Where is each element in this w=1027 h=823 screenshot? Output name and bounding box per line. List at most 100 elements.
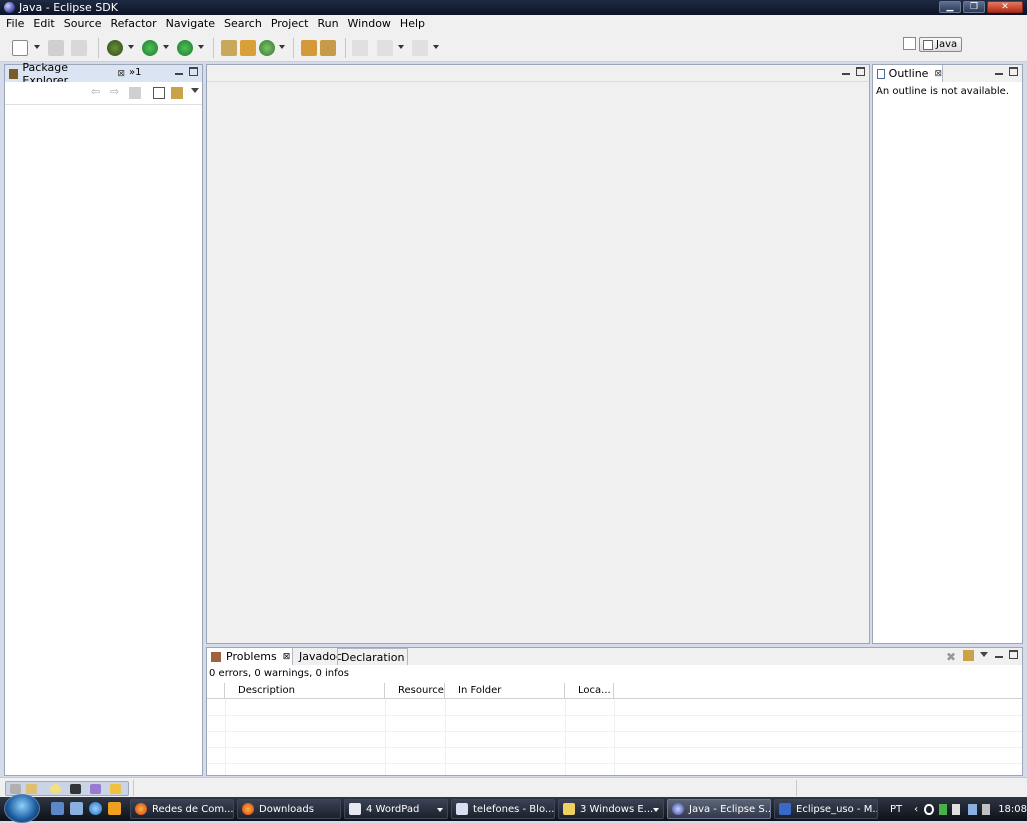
run-icon[interactable] [142,40,158,56]
back-arrow-icon[interactable] [377,40,393,56]
taskbar-item-word[interactable]: Eclipse_uso - M... [774,799,878,819]
new-class-dropdown-icon[interactable] [279,45,285,49]
new-dropdown-icon[interactable] [34,45,40,49]
maximize-editor-icon[interactable] [856,67,865,76]
package-explorer-tree[interactable] [5,104,202,775]
column-location[interactable]: Loca... [565,683,614,699]
chevron-left-icon[interactable]: ‹ [914,804,918,815]
new-icon[interactable] [12,40,28,56]
search-icon[interactable] [320,40,336,56]
collapse-all-icon[interactable] [153,87,165,99]
taskbar-item-downloads[interactable]: Downloads [237,799,341,819]
windows-flag-icon[interactable] [951,803,961,815]
window-title-bar[interactable]: Java - Eclipse SDK ▁ ❐ ✕ [0,0,1027,15]
minimize-button[interactable]: ▁ [939,1,961,13]
menu-edit[interactable]: Edit [30,17,60,30]
taskbar-item-redes[interactable]: Redes de Com... [130,799,234,819]
hint-fastview-icon[interactable] [50,784,61,794]
show-desktop-icon[interactable] [51,802,64,815]
view-menu-icon[interactable] [191,88,199,93]
problems-table[interactable]: Description Resource In Folder Loca... [207,683,1022,775]
maximize-view-icon[interactable] [189,67,198,76]
maximize-view-icon[interactable] [1009,67,1018,76]
taskbar-item-notepad[interactable]: telefones - Blo... [451,799,555,819]
debug-icon[interactable] [107,40,123,56]
menu-file[interactable]: File [3,17,30,30]
menu-search[interactable]: Search [221,17,268,30]
progress-fastview-icon[interactable] [110,784,121,794]
menu-navigate[interactable]: Navigate [163,17,221,30]
link-with-editor-icon[interactable] [171,87,183,99]
last-edit-icon[interactable] [352,40,368,56]
menu-project[interactable]: Project [268,17,315,30]
close-icon[interactable]: ⊠ [283,652,291,662]
network-icon[interactable] [968,803,977,815]
external-tools-icon[interactable] [177,40,193,56]
column-resource[interactable]: Resource [385,683,445,699]
help-icon[interactable] [924,803,934,815]
maximize-view-icon[interactable] [1009,650,1018,659]
view-menu-icon[interactable] [980,652,988,657]
table-gridline [225,699,226,775]
forward-dropdown-icon[interactable] [433,45,439,49]
tab-declaration[interactable]: Declaration [337,648,409,665]
java-perspective-button[interactable]: Java [919,37,962,52]
back-dropdown-icon[interactable] [398,45,404,49]
forward-arrow-icon[interactable] [412,40,428,56]
debug-dropdown-icon[interactable] [128,45,134,49]
forward-icon[interactable]: ⇨ [110,85,122,98]
taskbar-item-wordpad[interactable]: 4 WordPad [344,799,448,819]
table-gridline [614,699,615,775]
icon-column-header[interactable] [207,683,225,699]
console-fastview-icon[interactable] [70,784,81,794]
internet-explorer-icon[interactable] [89,802,102,815]
close-icon[interactable]: ⊠ [117,69,125,79]
menu-run[interactable]: Run [314,17,344,30]
tab-problems[interactable]: Problems ⊠ [207,648,293,665]
open-perspective-icon[interactable] [903,37,916,50]
column-description[interactable]: Description [225,683,385,699]
tab-package-explorer[interactable]: Package Explorer ⊠ [5,61,125,87]
column-in-folder[interactable]: In Folder [445,683,565,699]
hierarchy-fastview-icon[interactable] [90,784,101,794]
view-overflow-chevron[interactable]: »1 [129,67,141,78]
problems-fastview-icon[interactable] [10,784,21,794]
run-dropdown-icon[interactable] [163,45,169,49]
maximize-button[interactable]: ❐ [963,1,985,13]
menu-refactor[interactable]: Refactor [108,17,163,30]
up-icon[interactable] [129,87,141,99]
close-button[interactable]: ✕ [987,1,1023,13]
word-icon [779,803,791,815]
switch-windows-icon[interactable] [70,802,83,815]
media-player-icon[interactable] [108,802,121,815]
external-tools-dropdown-icon[interactable] [198,45,204,49]
tasks-fastview-icon[interactable] [26,784,37,794]
start-button[interactable] [4,794,40,823]
taskbar-item-eclipse[interactable]: Java - Eclipse S... [667,799,771,819]
menu-window[interactable]: Window [345,17,397,30]
close-icon[interactable]: ⊠ [934,69,942,79]
print-icon[interactable] [71,40,87,56]
menu-help[interactable]: Help [397,17,431,30]
new-java-class-icon[interactable] [259,40,275,56]
minimize-view-icon[interactable] [175,67,183,75]
tab-outline[interactable]: Outline ⊠ [873,65,943,82]
open-type-icon[interactable] [301,40,317,56]
new-java-package-icon[interactable] [240,40,256,56]
minimize-view-icon[interactable] [995,650,1003,658]
delete-icon[interactable]: ✖ [946,650,956,664]
minimize-view-icon[interactable] [995,67,1003,75]
menu-source[interactable]: Source [61,17,108,30]
language-indicator[interactable]: PT [890,804,902,815]
back-icon[interactable]: ⇦ [91,85,103,98]
tab-javadoc[interactable]: Javadoc [299,648,342,665]
security-icon[interactable] [938,803,947,815]
taskbar-item-windows-explorer[interactable]: 3 Windows E... [558,799,664,819]
filter-icon[interactable] [963,650,974,661]
new-java-project-icon[interactable] [221,40,237,56]
volume-icon[interactable] [981,803,991,815]
editor-area[interactable] [206,64,870,644]
clock[interactable]: 18:08 [998,804,1027,815]
minimize-editor-icon[interactable] [842,67,850,75]
save-icon[interactable] [48,40,64,56]
